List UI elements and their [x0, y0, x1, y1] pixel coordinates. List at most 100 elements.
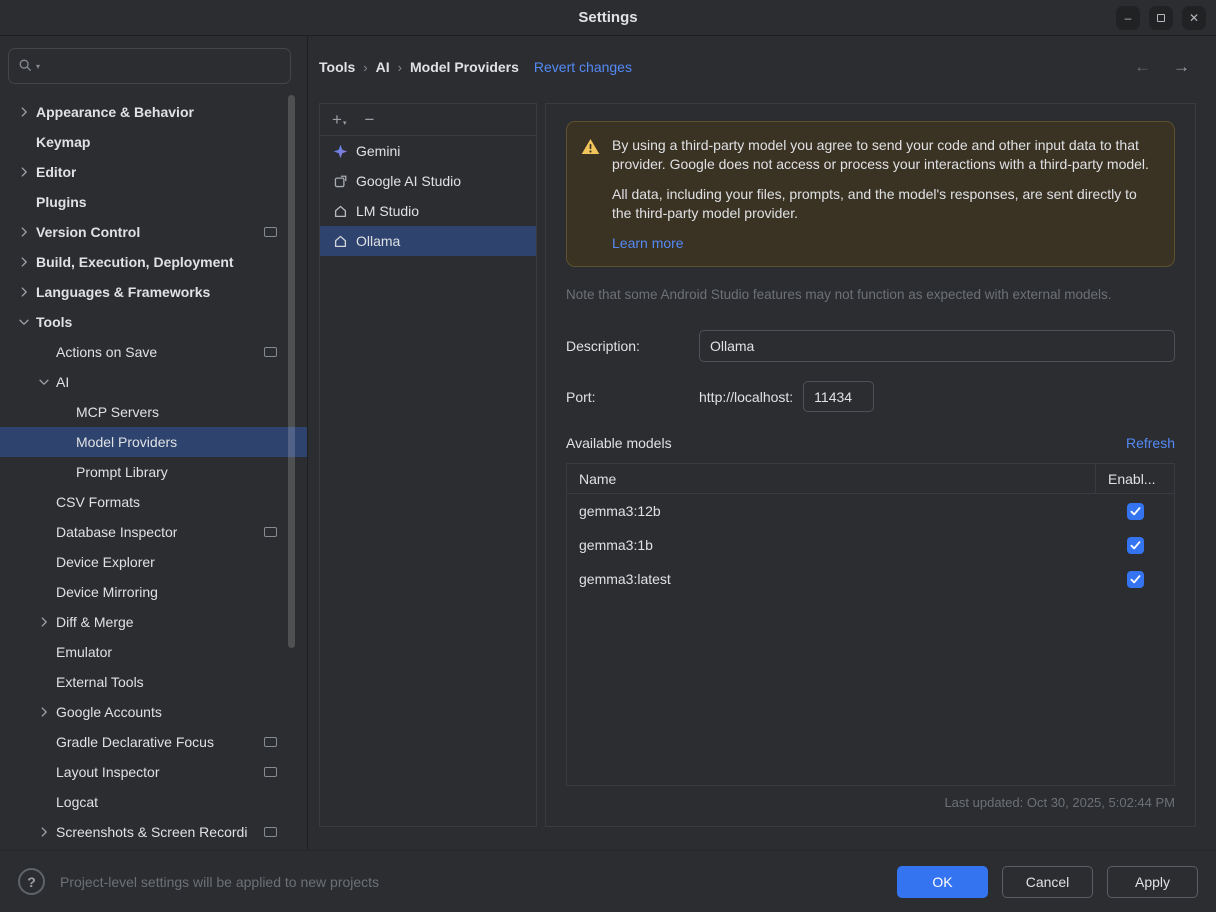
breadcrumb-item-model-providers[interactable]: Model Providers: [410, 59, 519, 75]
minimize-button[interactable]: –: [1116, 6, 1140, 30]
ok-button[interactable]: OK: [897, 866, 988, 898]
model-name: gemma3:latest: [567, 571, 1096, 587]
sidebar-item-label: Plugins: [36, 194, 87, 210]
sidebar-item-database-inspector[interactable]: Database Inspector: [0, 517, 307, 547]
sidebar-item-build-execution-deployment[interactable]: Build, Execution, Deployment: [0, 247, 307, 277]
revert-changes-link[interactable]: Revert changes: [534, 59, 632, 75]
breadcrumb-row: Tools›AI›Model Providers Revert changes …: [319, 52, 1196, 82]
sidebar-item-version-control[interactable]: Version Control: [0, 217, 307, 247]
sidebar-item-label: Build, Execution, Deployment: [36, 254, 234, 270]
close-button[interactable]: ✕: [1182, 6, 1206, 30]
sidebar-item-prompt-library[interactable]: Prompt Library: [0, 457, 307, 487]
chevron-right-icon[interactable]: [14, 285, 34, 299]
model-enabled-checkbox[interactable]: [1127, 537, 1144, 554]
back-arrow-icon[interactable]: ←: [1134, 57, 1151, 77]
chevron-right-icon[interactable]: [14, 225, 34, 239]
sidebar-item-label: AI: [56, 374, 69, 390]
forward-arrow-icon[interactable]: →: [1173, 57, 1190, 77]
sidebar-item-label: Actions on Save: [56, 344, 157, 360]
description-field[interactable]: [699, 330, 1175, 362]
chevron-down-icon[interactable]: [14, 315, 34, 329]
models-table-header: Name Enabl...: [567, 464, 1174, 494]
sidebar-item-ai[interactable]: AI: [0, 367, 307, 397]
sidebar-item-label: Database Inspector: [56, 524, 177, 540]
sidebar-item-device-explorer[interactable]: Device Explorer: [0, 547, 307, 577]
apply-button[interactable]: Apply: [1107, 866, 1198, 898]
model-enabled-cell: [1096, 503, 1174, 520]
sidebar-item-label: Device Mirroring: [56, 584, 158, 600]
refresh-link[interactable]: Refresh: [1126, 435, 1175, 451]
sidebar-item-label: Screenshots & Screen Recordi: [56, 824, 247, 840]
port-field[interactable]: [803, 381, 874, 412]
provider-item-lm-studio[interactable]: LM Studio: [320, 196, 536, 226]
chevron-right-icon[interactable]: [34, 705, 54, 719]
cancel-button[interactable]: Cancel: [1002, 866, 1093, 898]
model-row-gemma3-latest[interactable]: gemma3:latest: [567, 562, 1174, 596]
model-enabled-cell: [1096, 537, 1174, 554]
last-updated-text: Last updated: Oct 30, 2025, 5:02:44 PM: [566, 795, 1175, 810]
sidebar-item-plugins[interactable]: Plugins: [0, 187, 307, 217]
chevron-right-icon[interactable]: [14, 165, 34, 179]
model-enabled-checkbox[interactable]: [1127, 503, 1144, 520]
sidebar-item-emulator[interactable]: Emulator: [0, 637, 307, 667]
port-prefix: http://localhost:: [699, 389, 793, 405]
chevron-right-icon[interactable]: [34, 615, 54, 629]
project-settings-icon: [264, 767, 277, 777]
sidebar-item-label: Version Control: [36, 224, 140, 240]
settings-content: Tools›AI›Model Providers Revert changes …: [308, 36, 1216, 850]
provider-item-google-ai-studio[interactable]: Google AI Studio: [320, 166, 536, 196]
maximize-button[interactable]: [1149, 6, 1173, 30]
sidebar-item-device-mirroring[interactable]: Device Mirroring: [0, 577, 307, 607]
breadcrumb-item-tools[interactable]: Tools: [319, 59, 355, 75]
project-settings-icon: [264, 827, 277, 837]
sidebar-scrollbar[interactable]: [288, 95, 295, 648]
sidebar-item-layout-inspector[interactable]: Layout Inspector: [0, 757, 307, 787]
sidebar-item-external-tools[interactable]: External Tools: [0, 667, 307, 697]
model-row-gemma3-1b[interactable]: gemma3:1b: [567, 528, 1174, 562]
project-settings-icon: [264, 347, 277, 357]
sidebar-item-screenshots-screen-recordi[interactable]: Screenshots & Screen Recordi: [0, 817, 307, 847]
model-name: gemma3:12b: [567, 503, 1096, 519]
chevron-right-icon[interactable]: [34, 825, 54, 839]
sidebar-item-actions-on-save[interactable]: Actions on Save: [0, 337, 307, 367]
third-party-warning-banner: By using a third-party model you agree t…: [566, 121, 1175, 267]
sidebar-item-editor[interactable]: Editor: [0, 157, 307, 187]
sidebar-item-csv-formats[interactable]: CSV Formats: [0, 487, 307, 517]
provider-item-ollama[interactable]: Ollama: [320, 226, 536, 256]
learn-more-link[interactable]: Learn more: [612, 235, 684, 251]
chevron-down-icon[interactable]: [34, 375, 54, 389]
sidebar-item-model-providers[interactable]: Model Providers: [0, 427, 307, 457]
sidebar-item-keymap[interactable]: Keymap: [0, 127, 307, 157]
sidebar-item-languages-frameworks[interactable]: Languages & Frameworks: [0, 277, 307, 307]
sidebar-item-label: Keymap: [36, 134, 90, 150]
sidebar-item-diff-merge[interactable]: Diff & Merge: [0, 607, 307, 637]
search-input[interactable]: [44, 57, 281, 75]
chevron-right-icon[interactable]: [14, 255, 34, 269]
breadcrumb-item-ai[interactable]: AI: [376, 59, 390, 75]
model-name: gemma3:1b: [567, 537, 1096, 553]
titlebar: Settings – ✕: [0, 0, 1216, 36]
chevron-right-icon[interactable]: [14, 105, 34, 119]
remove-provider-button[interactable]: −: [364, 111, 374, 128]
sidebar-item-label: MCP Servers: [76, 404, 159, 420]
model-row-gemma3-12b[interactable]: gemma3:12b: [567, 494, 1174, 528]
provider-item-gemini[interactable]: Gemini: [320, 136, 536, 166]
sidebar-item-label: Device Explorer: [56, 554, 155, 570]
project-settings-icon: [264, 737, 277, 747]
model-enabled-checkbox[interactable]: [1127, 571, 1144, 588]
help-icon[interactable]: ?: [18, 868, 45, 895]
sidebar-item-appearance-behavior[interactable]: Appearance & Behavior: [0, 97, 307, 127]
settings-search-box[interactable]: ▾: [8, 48, 291, 84]
sidebar-item-mcp-servers[interactable]: MCP Servers: [0, 397, 307, 427]
column-header-name[interactable]: Name: [567, 464, 1096, 493]
sidebar-item-label: Gradle Declarative Focus: [56, 734, 214, 750]
sidebar-item-logcat[interactable]: Logcat: [0, 787, 307, 817]
sidebar-item-gradle-declarative-focus[interactable]: Gradle Declarative Focus: [0, 727, 307, 757]
add-provider-button[interactable]: +▾: [332, 111, 346, 128]
settings-sidebar: ▾ Appearance & Behavior Keymap Editor Plugi…: [0, 36, 308, 850]
description-label: Description:: [566, 338, 699, 354]
search-options-caret-icon[interactable]: ▾: [36, 62, 40, 71]
sidebar-item-tools[interactable]: Tools: [0, 307, 307, 337]
sidebar-item-google-accounts[interactable]: Google Accounts: [0, 697, 307, 727]
column-header-enabled[interactable]: Enabl...: [1096, 464, 1174, 493]
